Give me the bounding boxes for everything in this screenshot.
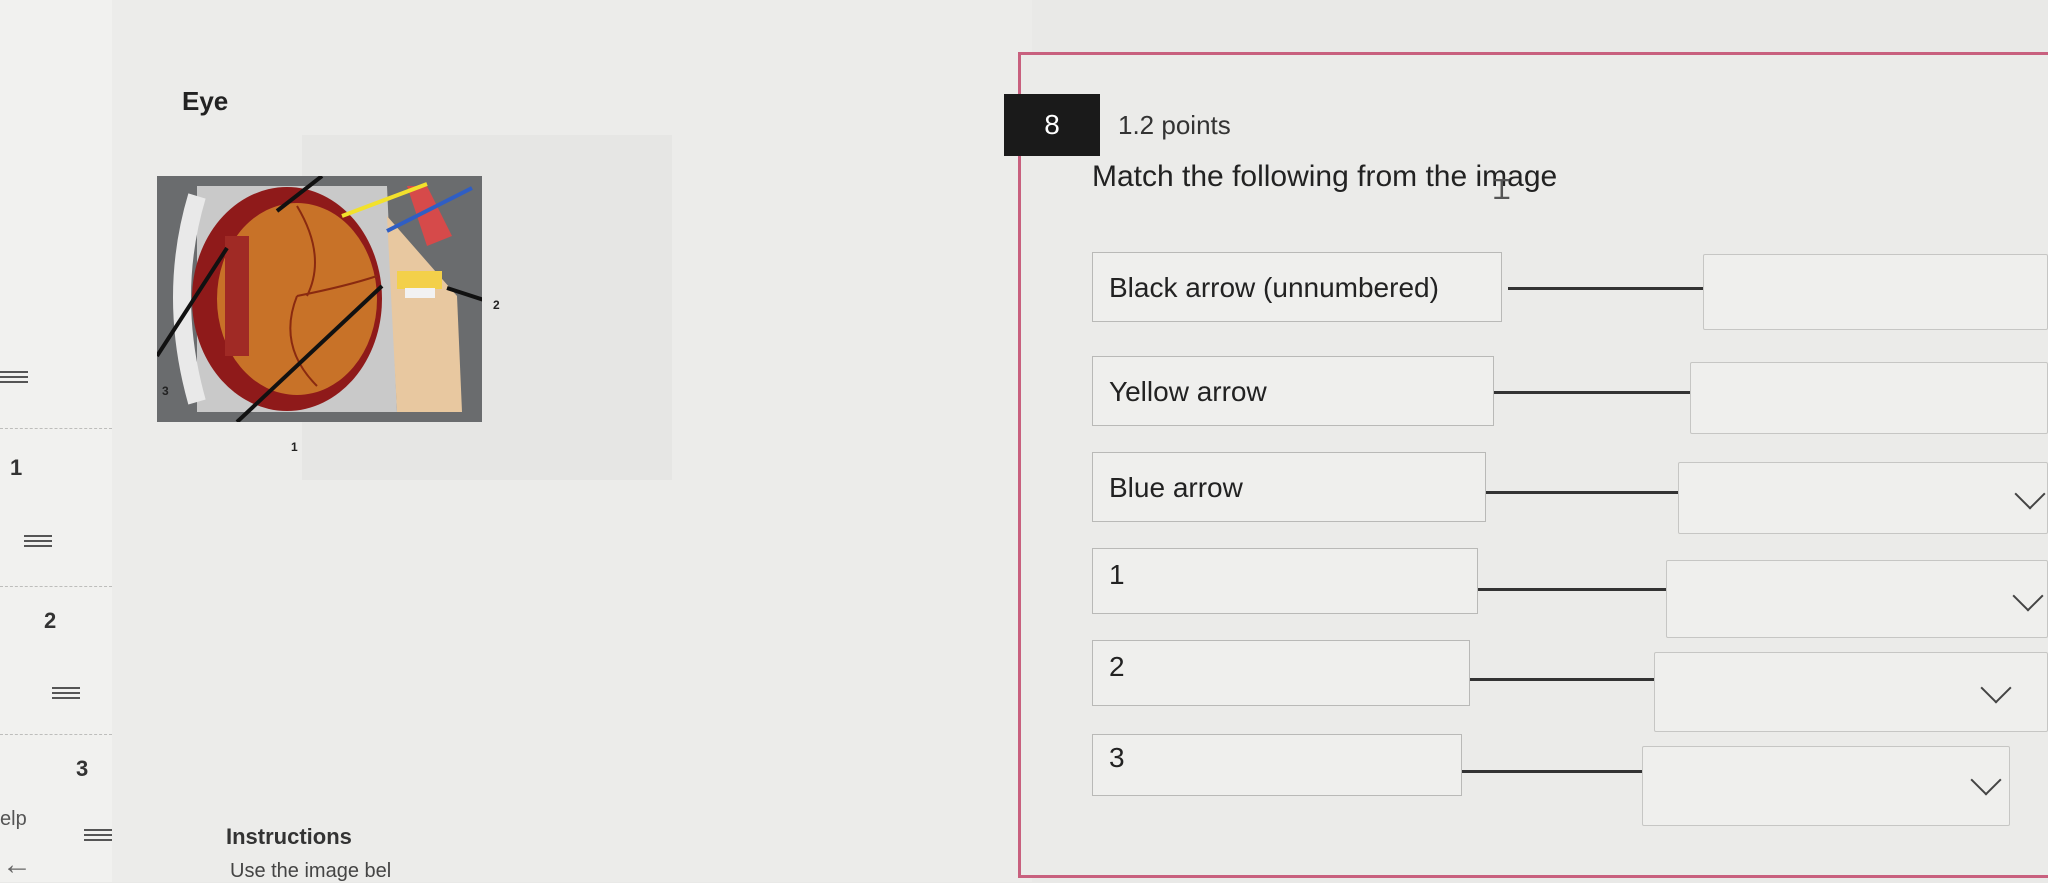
nav-question-3[interactable]: 3: [76, 756, 88, 782]
arrow-left-icon[interactable]: ←: [2, 848, 32, 882]
chevron-down-icon: [1980, 672, 2012, 704]
match-item-1: 1: [1092, 548, 1478, 614]
match-dropdown-5[interactable]: [1654, 652, 2048, 732]
figure-label-3: 3: [162, 384, 169, 398]
match-dropdown-3[interactable]: [1678, 462, 2048, 534]
content-area: Eye: [112, 0, 1032, 882]
match-dropdown-2[interactable]: [1690, 362, 2048, 434]
match-item-3: 3: [1092, 734, 1462, 796]
match-item-yellow-arrow: Yellow arrow: [1092, 356, 1494, 426]
instructions-title: Instructions: [226, 824, 352, 849]
question-number-badge: 8: [1004, 94, 1100, 156]
list-icon[interactable]: [52, 684, 80, 708]
match-item-blue-arrow: Blue arrow: [1092, 452, 1486, 522]
question-points: 1.2 points: [1118, 110, 1231, 140]
nav-question-1[interactable]: 1: [10, 455, 22, 481]
match-connector: [1470, 678, 1654, 681]
list-icon[interactable]: [24, 532, 52, 556]
match-connector: [1462, 770, 1642, 773]
divider: [0, 586, 112, 587]
chevron-down-icon: [1970, 764, 2002, 796]
eye-diagram-image: [157, 176, 482, 422]
match-dropdown-4[interactable]: [1666, 560, 2048, 638]
question-navigator: 1 2 3 elp ←: [0, 0, 113, 882]
match-item-2: 2: [1092, 640, 1470, 706]
match-dropdown-1[interactable]: [1703, 254, 2048, 330]
match-dropdown-6[interactable]: [1642, 746, 2010, 826]
figure-label-2: 2: [493, 298, 500, 312]
divider: [0, 734, 112, 735]
section-title: Eye: [182, 86, 229, 116]
help-link[interactable]: elp: [0, 808, 27, 831]
match-connector: [1508, 287, 1703, 290]
divider: [0, 428, 112, 429]
instructions-text: Use the image bel: [230, 860, 392, 882]
list-icon[interactable]: [0, 368, 28, 392]
match-connector: [1478, 588, 1666, 591]
match-connector: [1486, 491, 1678, 494]
chevron-down-icon: [2012, 580, 2044, 612]
list-icon[interactable]: [84, 826, 112, 850]
question-prompt: Match the following from the image: [1092, 160, 1558, 193]
match-item-black-arrow: Black arrow (unnumbered): [1092, 252, 1502, 322]
match-connector: [1494, 391, 1690, 394]
figure-label-1: 1: [291, 440, 298, 454]
nav-question-2[interactable]: 2: [44, 608, 56, 634]
chevron-down-icon: [2014, 478, 2046, 510]
text-cursor-icon: Ɪ: [1494, 174, 1510, 205]
